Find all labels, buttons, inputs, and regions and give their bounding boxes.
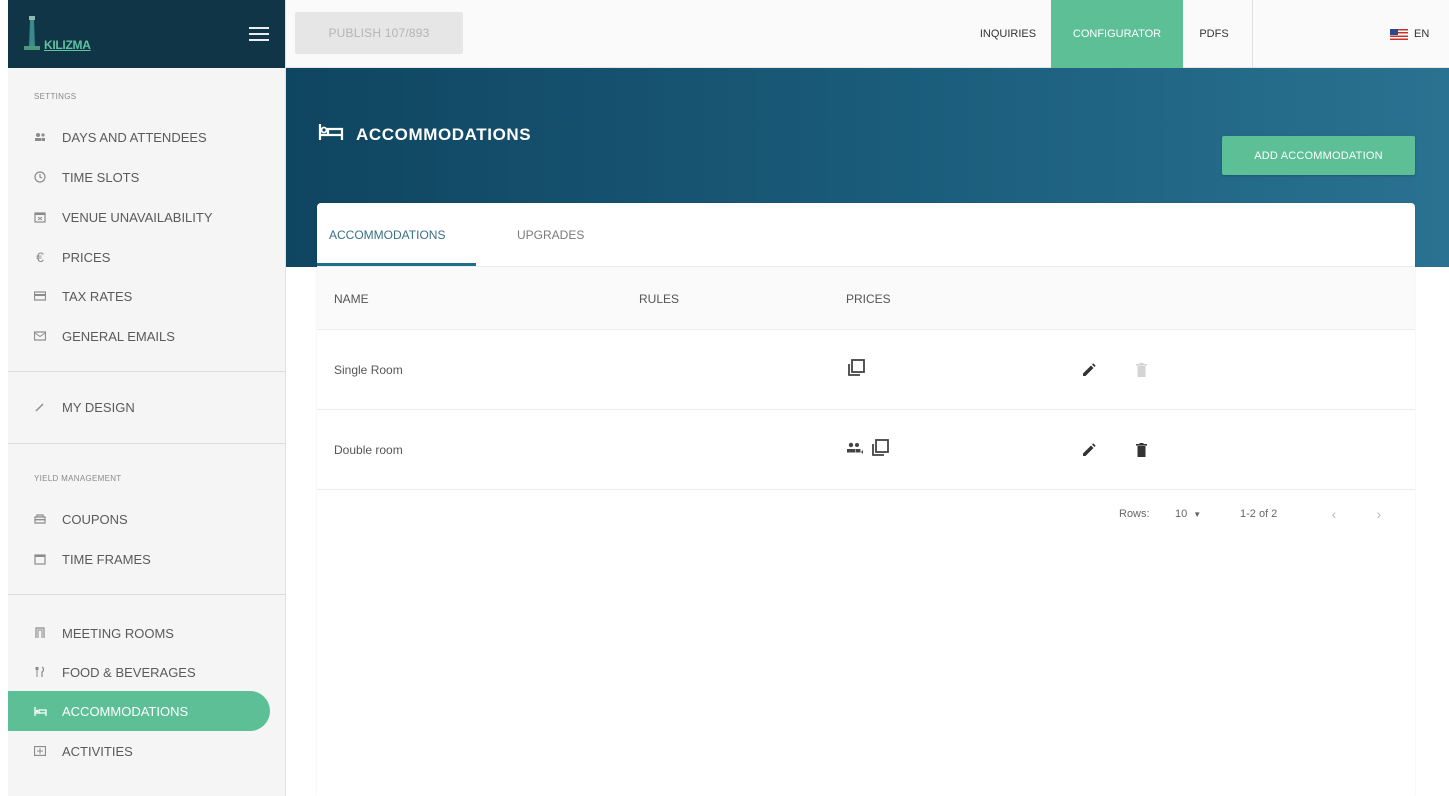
us-flag-icon: [1390, 28, 1408, 40]
calendar-block-icon: [32, 209, 48, 225]
topbar-divider: [1252, 0, 1253, 68]
sidebar-divider: [8, 443, 285, 444]
sidebar-item-prices[interactable]: € PRICES: [8, 237, 270, 277]
sidebar-item-label: GENERAL EMAILS: [62, 328, 175, 344]
page-title-text: ACCOMMODATIONS: [356, 124, 532, 144]
brand-logo[interactable]: KILIZMA: [22, 16, 91, 52]
bed-icon: [32, 703, 48, 719]
sidebar-item-time-frames[interactable]: TIME FRAMES: [8, 539, 270, 579]
sidebar-item-tax-rates[interactable]: TAX RATES: [8, 276, 270, 316]
brand-header: KILIZMA: [8, 0, 285, 68]
column-header-prices[interactable]: PRICES: [846, 267, 891, 331]
sidebar-item-time-slots[interactable]: TIME SLOTS: [8, 157, 270, 197]
copy-icon[interactable]: [846, 358, 866, 378]
add-accommodation-button[interactable]: ADD ACCOMMODATION: [1222, 136, 1415, 175]
tab-accommodations[interactable]: ACCOMMODATIONS: [329, 203, 445, 266]
table-row[interactable]: Double room: [317, 410, 1415, 490]
nav-pdfs[interactable]: PDFS: [1183, 0, 1245, 68]
sidebar-item-days-and-attendees[interactable]: DAYS AND ATTENDEES: [8, 117, 270, 157]
sidebar-divider: [8, 371, 285, 372]
page-title: ACCOMMODATIONS: [318, 123, 531, 146]
brand-name: KILIZMA: [44, 38, 91, 52]
delete-icon[interactable]: [1134, 360, 1148, 380]
sidebar-item-label: TIME FRAMES: [62, 551, 151, 567]
nav-inquiries[interactable]: INQUIRIES: [967, 0, 1049, 68]
activity-icon: [32, 743, 48, 759]
language-label: EN: [1414, 28, 1430, 40]
settings-section-label: SETTINGS: [34, 92, 77, 101]
table-header: NAME RULES PRICES: [317, 266, 1415, 330]
sidebar-item-general-emails[interactable]: GENERAL EMAILS: [8, 316, 270, 356]
pagination-range: 1-2 of 2: [1240, 508, 1278, 520]
tab-upgrades[interactable]: UPGRADES: [517, 203, 584, 266]
euro-icon: €: [36, 249, 44, 265]
sidebar-item-coupons[interactable]: COUPONS: [8, 499, 270, 539]
lighthouse-logo-icon: [22, 16, 42, 52]
sidebar-item-label: COUPONS: [62, 511, 128, 527]
sidebar-item-label: TIME SLOTS: [62, 169, 140, 185]
sidebar-item-label: TAX RATES: [62, 288, 133, 304]
sidebar-divider: [8, 594, 285, 595]
language-selector[interactable]: EN: [1390, 0, 1429, 68]
chevron-down-icon: ▼: [1193, 509, 1202, 519]
brush-icon: [32, 399, 48, 415]
bed-icon: [318, 123, 344, 146]
sidebar-item-label: VENUE UNAVAILABILITY: [62, 209, 213, 225]
sidebar-item-label: DAYS AND ATTENDEES: [62, 129, 207, 145]
menu-toggle-icon[interactable]: [249, 27, 269, 41]
calendar-icon: [32, 551, 48, 567]
edit-icon[interactable]: [1079, 360, 1099, 380]
delete-icon[interactable]: [1134, 440, 1148, 460]
nav-configurator[interactable]: CONFIGURATOR: [1051, 0, 1183, 68]
edit-icon[interactable]: [1079, 440, 1099, 460]
tab-bar: ACCOMMODATIONS UPGRADES: [317, 203, 1415, 266]
email-icon: [32, 328, 48, 344]
sidebar-item-accommodations[interactable]: ACCOMMODATIONS: [8, 691, 270, 731]
people-icon: [32, 129, 48, 145]
sidebar-item-label: MEETING ROOMS: [62, 625, 174, 641]
table-row[interactable]: Single Room: [317, 330, 1415, 410]
door-icon: [32, 625, 48, 641]
sidebar: KILIZMA SETTINGS DAYS AND ATTENDEES TIME…: [8, 0, 286, 796]
sidebar-item-my-design[interactable]: MY DESIGN: [8, 387, 270, 427]
rows-per-page-label: Rows:: [1119, 508, 1150, 520]
column-header-rules[interactable]: RULES: [639, 267, 679, 331]
rows-per-page-value: 10: [1175, 508, 1188, 520]
copy-icon[interactable]: [870, 438, 890, 458]
next-page-icon[interactable]: ›: [1369, 490, 1389, 538]
sidebar-item-venue-unavailability[interactable]: VENUE UNAVAILABILITY: [8, 197, 270, 237]
cell-name: Single Room: [334, 363, 403, 377]
sidebar-item-meeting-rooms[interactable]: MEETING ROOMS: [8, 613, 270, 653]
receipt-icon: [32, 288, 48, 304]
group-icon[interactable]: [846, 438, 868, 458]
sidebar-item-activities[interactable]: ACTIVITIES: [8, 731, 270, 771]
topbar: PUBLISH 107/893 INQUIRIES CONFIGURATOR P…: [286, 0, 1449, 68]
cell-name: Double room: [334, 443, 403, 457]
ticket-icon: [32, 511, 48, 527]
sidebar-item-label: ACTIVITIES: [62, 743, 133, 759]
clock-icon: [32, 169, 48, 185]
previous-page-icon[interactable]: ‹: [1324, 490, 1344, 538]
accommodations-card: ACCOMMODATIONS UPGRADES NAME RULES PRICE…: [317, 203, 1415, 796]
publish-button[interactable]: PUBLISH 107/893: [295, 12, 463, 54]
yield-section-label: YIELD MANAGEMENT: [34, 474, 122, 483]
rows-per-page-select[interactable]: 10 ▼: [1175, 490, 1201, 538]
cutlery-icon: [32, 664, 48, 680]
sidebar-item-label: MY DESIGN: [62, 399, 135, 415]
sidebar-item-label: FOOD & BEVERAGES: [62, 664, 196, 680]
sidebar-item-label: ACCOMMODATIONS: [62, 703, 189, 719]
sidebar-item-label: PRICES: [62, 249, 111, 265]
column-header-name[interactable]: NAME: [334, 267, 369, 331]
sidebar-item-food-and-beverages[interactable]: FOOD & BEVERAGES: [8, 652, 270, 692]
